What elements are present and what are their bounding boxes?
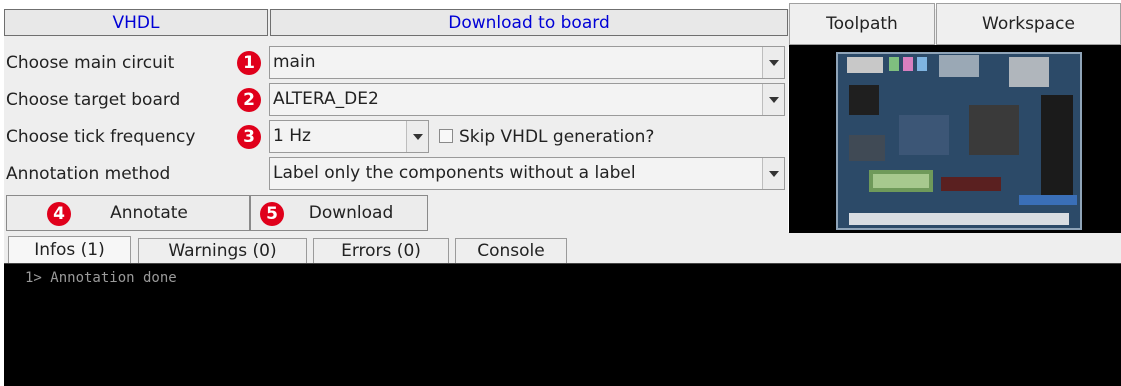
target-board-value: ALTERA_DE2 (273, 89, 379, 109)
tab-warnings[interactable]: Warnings (0) (138, 238, 307, 263)
main-circuit-value: main (273, 52, 316, 72)
annotation-method-select[interactable]: Label only the components without a labe… (269, 157, 785, 190)
badge-3: 3 (237, 125, 261, 149)
board-image (789, 45, 1121, 233)
tab-errors[interactable]: Errors (0) (313, 238, 449, 263)
annotation-method-label: Annotation method (6, 164, 171, 184)
infos-console[interactable]: 1> Annotation done (4, 263, 1121, 386)
tick-frequency-label: Choose tick frequency (6, 127, 196, 147)
badge-5: 5 (260, 202, 284, 226)
chevron-down-icon[interactable] (406, 121, 428, 152)
download-label: Download (308, 203, 394, 223)
main-circuit-label: Choose main circuit (6, 53, 175, 73)
chevron-down-icon[interactable] (762, 158, 784, 189)
skip-vhdl-checkbox[interactable] (439, 129, 453, 143)
annotation-method-value: Label only the components without a labe… (273, 163, 636, 183)
fpga-board-icon (836, 52, 1082, 230)
main-circuit-select[interactable]: main (269, 46, 785, 79)
tick-frequency-value: 1 Hz (273, 126, 311, 146)
download-to-board-button[interactable]: Download to board (270, 9, 788, 36)
target-board-label: Choose target board (6, 90, 181, 110)
tab-infos-label: Infos (1) (34, 240, 105, 260)
console-line: 1> Annotation done (25, 270, 177, 286)
annotate-label: Annotate (110, 203, 188, 223)
badge-2: 2 (237, 88, 261, 112)
download-to-board-label: Download to board (448, 12, 610, 33)
toolpath-label: Toolpath (826, 14, 898, 34)
chevron-down-icon[interactable] (762, 84, 784, 115)
vhdl-label: VHDL (112, 12, 160, 33)
vhdl-button[interactable]: VHDL (4, 9, 268, 36)
workspace-button[interactable]: Workspace (936, 3, 1121, 45)
tab-console-label: Console (477, 241, 545, 261)
workspace-label: Workspace (982, 14, 1075, 34)
badge-4: 4 (47, 202, 71, 226)
tick-frequency-select[interactable]: 1 Hz (269, 120, 429, 153)
tab-infos[interactable]: Infos (1) (8, 236, 131, 263)
badge-1: 1 (237, 51, 261, 75)
tab-console[interactable]: Console (455, 238, 567, 263)
toolpath-button[interactable]: Toolpath (789, 3, 935, 45)
tab-errors-label: Errors (0) (341, 241, 421, 261)
tab-warnings-label: Warnings (0) (168, 241, 277, 261)
annotate-button[interactable]: Annotate (6, 195, 250, 231)
target-board-select[interactable]: ALTERA_DE2 (269, 83, 785, 116)
skip-vhdl-label: Skip VHDL generation? (459, 127, 655, 147)
chevron-down-icon[interactable] (762, 47, 784, 78)
